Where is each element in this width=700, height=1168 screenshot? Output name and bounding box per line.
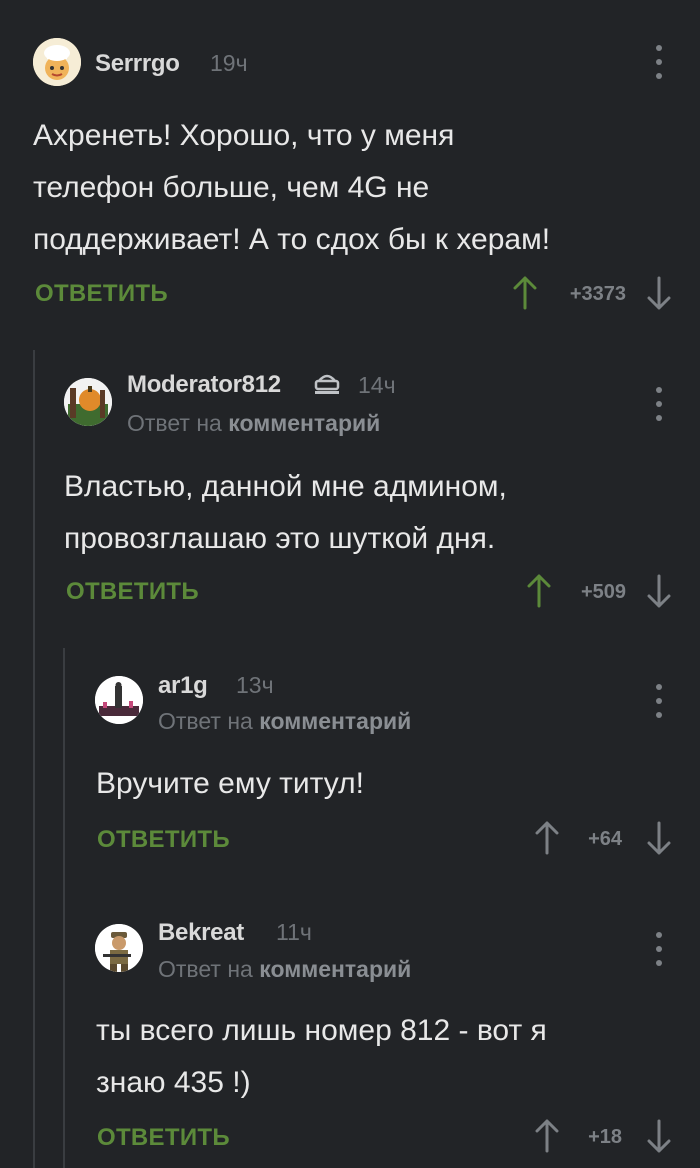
comment-rating: +18 — [588, 1126, 622, 1148]
comment-time: 11ч — [276, 919, 312, 945]
avatar-soldier-icon — [95, 924, 143, 972]
comment-body: ты всего лишь номер 812 - вот я знаю 435… — [96, 1005, 547, 1109]
comment: Bekreat 11ч Ответ на комментарий ты всег… — [0, 0, 700, 1168]
more-options-icon[interactable] — [649, 932, 669, 966]
reply-to-link[interactable]: Ответ на комментарий — [158, 956, 411, 983]
comment-author[interactable]: Bekreat — [158, 919, 244, 947]
reply-button[interactable]: ОТВЕТИТЬ — [97, 1124, 230, 1152]
upvote-arrow-icon[interactable] — [534, 1119, 560, 1153]
reply-to-target[interactable]: комментарий — [259, 956, 411, 982]
downvote-arrow-icon[interactable] — [646, 1119, 672, 1153]
comment-text-line: ты всего лишь номер 812 - вот я — [96, 1014, 547, 1047]
reply-to-prefix: Ответ на — [158, 956, 253, 982]
comment-text-line: знаю 435 !) — [96, 1066, 251, 1099]
avatar[interactable] — [95, 924, 143, 972]
